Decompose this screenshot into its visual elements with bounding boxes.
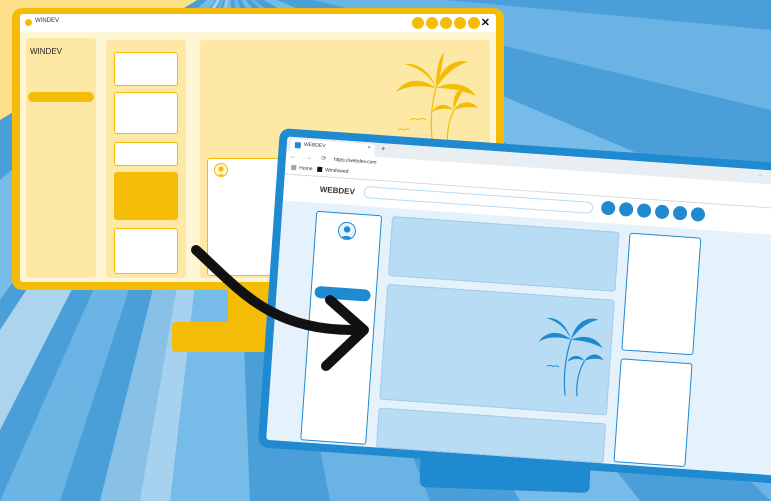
- header-circle-button-4[interactable]: [654, 204, 670, 220]
- header-circle-button-6[interactable]: [690, 206, 706, 222]
- close-icon[interactable]: ✕: [481, 16, 490, 29]
- tab-title: WEBDEV: [303, 141, 326, 150]
- list-card[interactable]: [114, 228, 178, 274]
- windev-sidebar: WINDEV: [26, 38, 96, 278]
- list-card[interactable]: [114, 92, 178, 134]
- tab-close-icon[interactable]: ×: [367, 145, 371, 151]
- side-card[interactable]: [621, 232, 702, 356]
- page-brand: WEBDEV: [319, 184, 356, 197]
- bookmark-label: Windowed: [324, 167, 349, 175]
- titlebar-circle-button-4[interactable]: [454, 17, 466, 29]
- header-circle-button-3[interactable]: [636, 203, 652, 219]
- bookmark-label: Home: [299, 165, 313, 173]
- bookmark-home[interactable]: Home: [291, 164, 313, 173]
- user-avatar-icon: [214, 163, 228, 177]
- window-title: WINDEV: [35, 18, 59, 24]
- content-block-image: [379, 283, 615, 416]
- content-block-top: [387, 216, 620, 292]
- webdev-page: WEBDEV: [266, 174, 771, 477]
- sidebar-button[interactable]: [314, 285, 371, 302]
- side-card[interactable]: [613, 358, 693, 468]
- content-block-bottom: [375, 407, 607, 464]
- new-tab-icon[interactable]: +: [380, 144, 385, 153]
- window-controls[interactable]: – □ ✕: [758, 172, 771, 182]
- folder-icon: [291, 164, 297, 171]
- navigation-buttons[interactable]: ← → ⟳: [290, 153, 331, 163]
- titlebar-circle-button-1[interactable]: [412, 17, 424, 29]
- titlebar-circle-button-5[interactable]: [468, 17, 480, 29]
- user-avatar-icon: [337, 221, 357, 241]
- header-circle-button-2[interactable]: [618, 201, 634, 217]
- sidebar-brand: WINDEV: [30, 47, 62, 56]
- browser-window: WEBDEV × + – □ ✕ ← → ⟳ https://webdev.co…: [266, 136, 771, 477]
- window-icon: [317, 166, 323, 173]
- header-circle-button-5[interactable]: [672, 205, 688, 221]
- titlebar-circle-button-2[interactable]: [426, 17, 438, 29]
- app-icon: [25, 19, 32, 26]
- list-card[interactable]: [114, 142, 178, 166]
- profile-sidebar: [300, 210, 383, 445]
- windev-card-list: [106, 40, 186, 278]
- webdev-monitor: WEBDEV × + – □ ✕ ← → ⟳ https://webdev.co…: [257, 128, 771, 485]
- list-card-selected[interactable]: [114, 172, 178, 220]
- windev-titlebar: WINDEV ✕: [20, 14, 496, 32]
- tab-favicon-icon: [294, 142, 302, 149]
- sidebar-button[interactable]: [28, 92, 94, 102]
- palm-tree-icon: [538, 317, 604, 397]
- list-card[interactable]: [114, 52, 178, 86]
- titlebar-circle-button-3[interactable]: [440, 17, 452, 29]
- url-field[interactable]: https://webdev.com: [334, 157, 377, 166]
- bookmark-windowed[interactable]: Windowed: [317, 166, 349, 175]
- header-circle-button-1[interactable]: [600, 200, 616, 216]
